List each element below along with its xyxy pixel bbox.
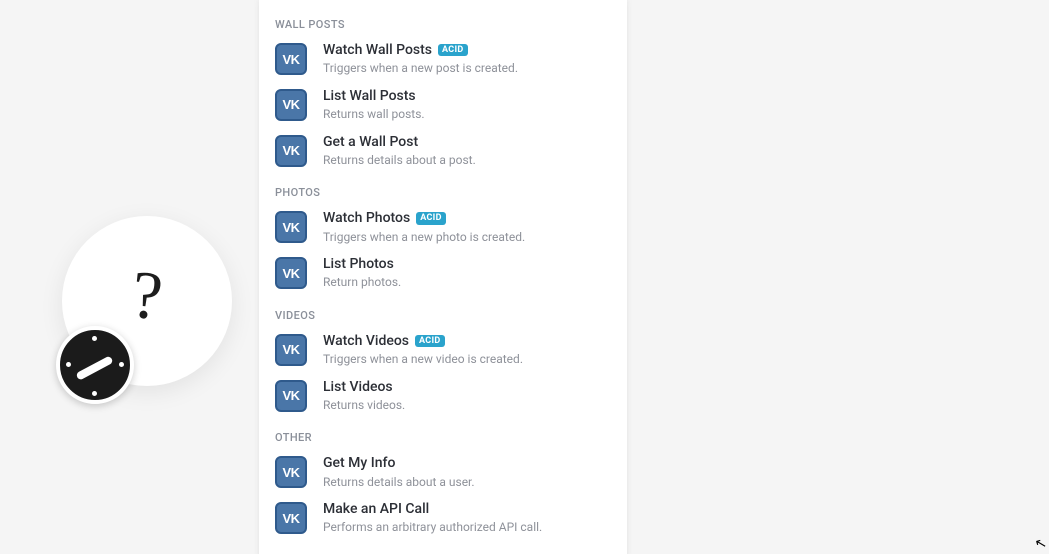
acid-badge: ACID bbox=[415, 335, 445, 348]
module-item[interactable]: VK Watch Wall Posts ACID Triggers when a ne… bbox=[259, 37, 627, 83]
vk-icon-label: VK bbox=[282, 342, 299, 357]
module-item-text: List Wall Posts Returns wall posts. bbox=[323, 87, 611, 123]
section-header-other: OTHER bbox=[259, 419, 627, 450]
module-item[interactable]: VK List Wall Posts Returns wall posts. bbox=[259, 83, 627, 129]
vk-icon: VK bbox=[275, 43, 307, 75]
acid-badge: ACID bbox=[416, 212, 446, 225]
vk-icon-label: VK bbox=[282, 143, 299, 158]
module-item-title: List Photos bbox=[323, 255, 394, 273]
module-item-desc: Returns details about a post. bbox=[323, 153, 611, 169]
module-item[interactable]: VK List Photos Return photos. bbox=[259, 251, 627, 297]
vk-icon: VK bbox=[275, 380, 307, 412]
module-item[interactable]: VK Watch Videos ACID Triggers when a new vi… bbox=[259, 328, 627, 374]
module-item-desc: Returns videos. bbox=[323, 398, 611, 414]
module-item[interactable]: VK Watch Photos ACID Triggers when a new ph… bbox=[259, 205, 627, 251]
module-item-text: Make an API Call Performs an arbitrary au… bbox=[323, 500, 611, 536]
modules-panel: WALL POSTS VK Watch Wall Posts ACID Triggers… bbox=[259, 0, 627, 554]
vk-icon-label: VK bbox=[282, 97, 299, 112]
resume-later-icon[interactable] bbox=[56, 326, 134, 404]
section-header-videos: VIDEOS bbox=[259, 297, 627, 328]
module-item-desc: Triggers when a new video is created. bbox=[323, 352, 611, 368]
module-item[interactable]: VK Get My Info Returns details about a use… bbox=[259, 450, 627, 496]
vk-icon-label: VK bbox=[282, 465, 299, 480]
module-item-desc: Returns wall posts. bbox=[323, 107, 611, 123]
vk-icon-label: VK bbox=[282, 388, 299, 403]
acid-badge: ACID bbox=[438, 44, 468, 57]
vk-icon: VK bbox=[275, 135, 307, 167]
module-item-title: Get My Info bbox=[323, 454, 395, 472]
module-item-title: List Videos bbox=[323, 378, 393, 396]
module-item-desc: Return photos. bbox=[323, 275, 611, 291]
section-header-wall-posts: WALL POSTS bbox=[259, 6, 627, 37]
module-item-desc: Performs an arbitrary authorized API cal… bbox=[323, 520, 611, 536]
module-item[interactable]: VK Make an API Call Performs an arbitrary … bbox=[259, 496, 627, 542]
cursor-icon: ↖ bbox=[1033, 535, 1048, 553]
vk-icon-label: VK bbox=[282, 511, 299, 526]
question-mark-icon: ? bbox=[128, 260, 165, 331]
vk-icon-label: VK bbox=[282, 266, 299, 281]
module-item-desc: Triggers when a new photo is created. bbox=[323, 230, 611, 246]
module-item-title: Get a Wall Post bbox=[323, 133, 418, 151]
vk-icon-label: VK bbox=[282, 220, 299, 235]
module-item-title: Make an API Call bbox=[323, 500, 429, 518]
module-item[interactable]: VK List Videos Returns videos. bbox=[259, 374, 627, 420]
module-item-desc: Triggers when a new post is created. bbox=[323, 61, 611, 77]
module-item-text: List Videos Returns videos. bbox=[323, 378, 611, 414]
vk-icon-label: VK bbox=[282, 52, 299, 67]
vk-icon: VK bbox=[275, 211, 307, 243]
module-item[interactable]: VK Get a Wall Post Returns details about a… bbox=[259, 129, 627, 175]
module-item-title: Watch Photos bbox=[323, 209, 410, 227]
module-item-text: Watch Wall Posts ACID Triggers when a new … bbox=[323, 41, 611, 77]
vk-icon: VK bbox=[275, 334, 307, 366]
section-header-photos: PHOTOS bbox=[259, 174, 627, 205]
module-item-title: Watch Videos bbox=[323, 332, 409, 350]
module-item-title: List Wall Posts bbox=[323, 87, 416, 105]
module-item-text: Watch Videos ACID Triggers when a new vide… bbox=[323, 332, 611, 368]
vk-icon: VK bbox=[275, 89, 307, 121]
module-item-text: List Photos Return photos. bbox=[323, 255, 611, 291]
module-item-text: Get a Wall Post Returns details about a p… bbox=[323, 133, 611, 169]
module-item-desc: Returns details about a user. bbox=[323, 475, 611, 491]
module-item-text: Watch Photos ACID Triggers when a new phot… bbox=[323, 209, 611, 245]
vk-icon: VK bbox=[275, 257, 307, 289]
module-item-text: Get My Info Returns details about a user. bbox=[323, 454, 611, 490]
vk-icon: VK bbox=[275, 456, 307, 488]
module-item-title: Watch Wall Posts bbox=[323, 41, 432, 59]
vk-icon: VK bbox=[275, 502, 307, 534]
clock-face bbox=[60, 330, 130, 400]
